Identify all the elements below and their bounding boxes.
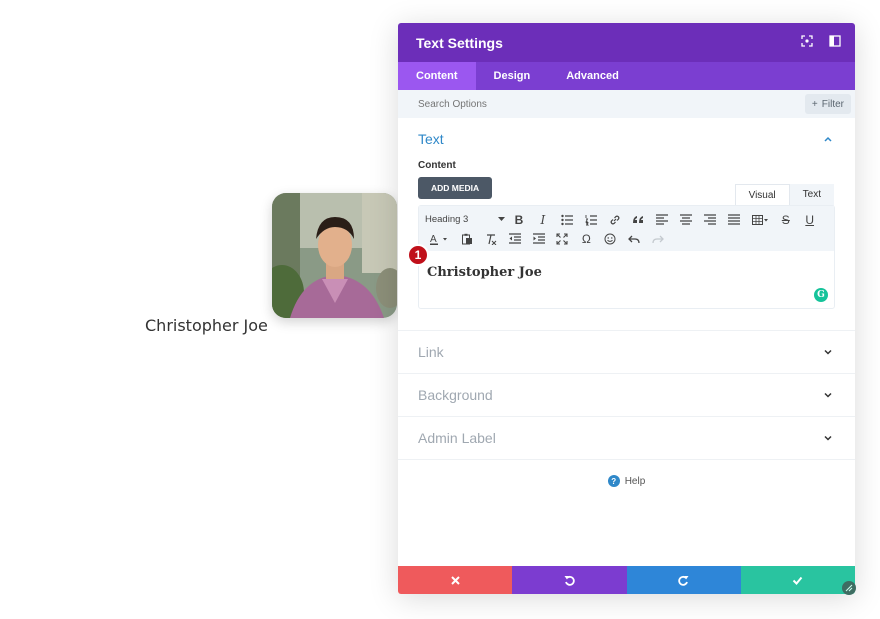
- search-input[interactable]: [418, 98, 718, 110]
- bullet-list-icon[interactable]: [557, 211, 577, 228]
- tab-content[interactable]: Content: [398, 62, 476, 90]
- redo-icon[interactable]: [648, 230, 668, 247]
- save-button[interactable]: [740, 566, 855, 594]
- editor-mode-tabs: Visual Text: [734, 184, 834, 206]
- align-right-icon[interactable]: [700, 211, 720, 228]
- caret-down-icon: [498, 217, 505, 221]
- settings-tabs: Content Design Advanced: [398, 62, 855, 90]
- align-justify-icon[interactable]: [724, 211, 744, 228]
- align-left-icon[interactable]: [652, 211, 672, 228]
- outdent-icon[interactable]: [505, 230, 525, 247]
- grammarly-icon[interactable]: G: [814, 288, 828, 302]
- editor-content[interactable]: Christopher Joe G: [419, 251, 834, 308]
- section-background-title: Background: [418, 387, 493, 403]
- editor-toolbar: Heading 3 B I S U A Ω: [419, 206, 834, 251]
- cancel-button[interactable]: [398, 566, 513, 594]
- tab-advanced[interactable]: Advanced: [548, 62, 637, 90]
- preview-text[interactable]: Christopher Joe: [145, 316, 268, 335]
- search-bar: + Filter: [398, 90, 855, 118]
- panel-header: Text Settings: [398, 23, 855, 62]
- indent-icon[interactable]: [529, 230, 549, 247]
- svg-text:A: A: [430, 234, 437, 245]
- rich-text-editor: Heading 3 B I S U A Ω Christopher Joe G: [418, 205, 835, 309]
- builder-canvas: Christopher Joe Text Settings Content De…: [0, 0, 880, 619]
- blockquote-icon[interactable]: [628, 211, 648, 228]
- chevron-down-icon: [824, 435, 832, 441]
- redo-icon: [678, 575, 689, 586]
- bold-icon[interactable]: B: [509, 211, 529, 228]
- text-color-icon[interactable]: A: [425, 230, 453, 247]
- italic-icon[interactable]: I: [533, 211, 553, 228]
- chevron-down-icon: [824, 349, 832, 355]
- expand-icon[interactable]: [552, 230, 572, 247]
- section-link-header[interactable]: Link: [398, 331, 855, 373]
- section-admin-label: Admin Label: [398, 417, 855, 460]
- help-icon: ?: [607, 475, 620, 487]
- tab-design[interactable]: Design: [476, 62, 549, 90]
- undo-icon: [564, 575, 575, 586]
- special-character-icon[interactable]: Ω: [576, 230, 596, 247]
- strikethrough-icon[interactable]: S: [776, 211, 796, 228]
- chevron-up-icon: [824, 136, 832, 142]
- section-background-header[interactable]: Background: [398, 374, 855, 416]
- emoji-icon[interactable]: [600, 230, 620, 247]
- filter-button[interactable]: + Filter: [804, 94, 851, 114]
- chevron-down-icon: [824, 392, 832, 398]
- paste-text-icon[interactable]: [457, 230, 477, 247]
- table-icon[interactable]: [748, 211, 772, 228]
- section-admin-label-title: Admin Label: [418, 430, 496, 446]
- undo-button[interactable]: [512, 566, 627, 594]
- section-background: Background: [398, 374, 855, 417]
- numbered-list-icon[interactable]: [581, 211, 601, 228]
- section-link: Link: [398, 331, 855, 374]
- panel-footer: [398, 566, 855, 594]
- editor-tab-visual[interactable]: Visual: [734, 184, 790, 206]
- close-icon: [450, 575, 460, 585]
- text-settings-panel: Text Settings Content Design Advanced + …: [398, 23, 855, 594]
- sidebar-toggle-icon[interactable]: [829, 35, 841, 47]
- section-text: Text Content ADD MEDIA Visual Text Headi…: [398, 118, 855, 331]
- fullscreen-icon[interactable]: [801, 35, 813, 47]
- filter-label: Filter: [821, 98, 844, 110]
- checkmark-icon: [793, 576, 803, 585]
- section-link-title: Link: [418, 344, 444, 360]
- help-link[interactable]: ? Help: [398, 475, 855, 487]
- link-icon[interactable]: [605, 211, 625, 228]
- help-label: Help: [624, 475, 646, 487]
- section-admin-label-header[interactable]: Admin Label: [398, 417, 855, 459]
- resize-handle-icon[interactable]: [842, 581, 856, 595]
- underline-icon[interactable]: U: [800, 211, 820, 228]
- align-center-icon[interactable]: [676, 211, 696, 228]
- editor-heading-text[interactable]: Christopher Joe: [427, 265, 542, 280]
- section-text-title: Text: [418, 131, 444, 147]
- undo-icon[interactable]: [624, 230, 644, 247]
- section-text-header[interactable]: Text: [398, 118, 855, 160]
- content-label: Content: [418, 160, 456, 171]
- profile-photo: [272, 193, 397, 318]
- clear-formatting-icon[interactable]: [481, 230, 501, 247]
- format-select[interactable]: Heading 3: [425, 214, 505, 225]
- panel-title: Text Settings: [416, 34, 503, 51]
- step-marker-badge: 1: [407, 244, 429, 266]
- format-select-value: Heading 3: [425, 214, 469, 225]
- plus-icon: +: [811, 98, 818, 110]
- redo-button[interactable]: [626, 566, 741, 594]
- editor-tab-text[interactable]: Text: [789, 184, 834, 206]
- add-media-button[interactable]: ADD MEDIA: [418, 177, 493, 199]
